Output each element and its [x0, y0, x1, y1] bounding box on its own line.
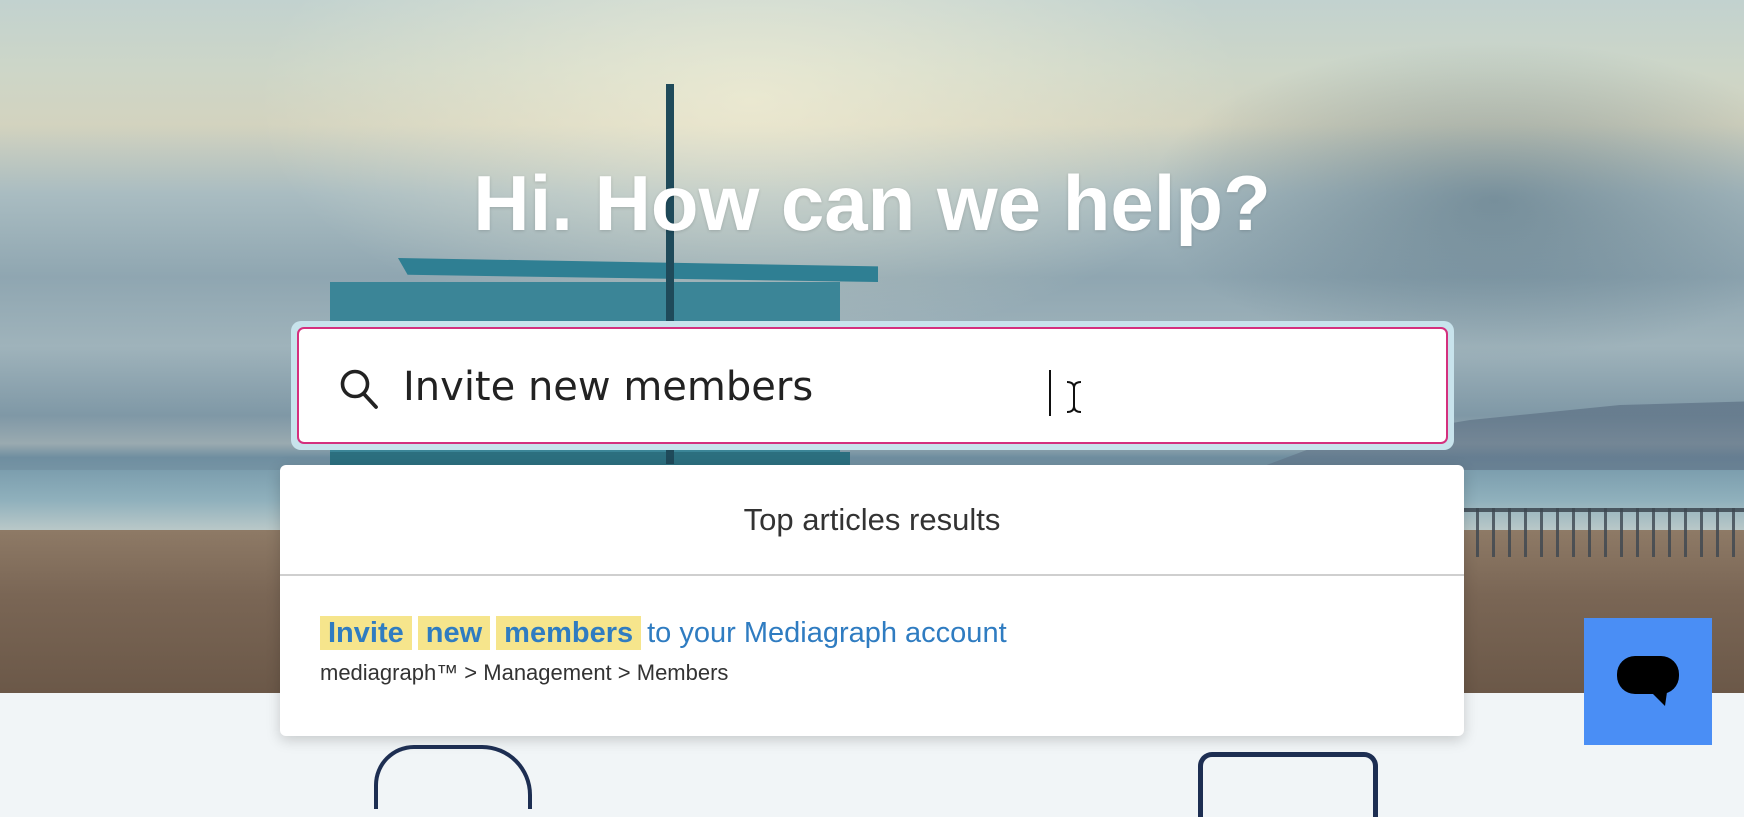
illustration-fragment-left	[374, 745, 532, 809]
results-header: Top articles results	[280, 465, 1464, 576]
page-title: Hi. How can we help?	[473, 159, 1271, 247]
highlight-word: new	[417, 616, 491, 650]
result-breadcrumb: mediagraph™ > Management > Members	[320, 660, 729, 685]
lifeguard-deck	[330, 452, 850, 466]
result-title-link[interactable]: Invite new members to your Mediagraph accou…	[320, 616, 1007, 650]
highlight-word: members	[496, 616, 642, 650]
pier	[1460, 508, 1744, 557]
chat-bubble-icon	[1617, 655, 1679, 706]
search-box[interactable]	[297, 327, 1448, 444]
illustration-fragment-right	[1198, 752, 1378, 817]
search-icon	[340, 369, 378, 409]
search-focus-ring	[291, 321, 1454, 450]
text-cursor-icon	[1066, 381, 1082, 413]
search-results-dropdown: Top articles results Invite new members to …	[280, 465, 1464, 736]
text-caret	[1049, 370, 1051, 416]
search-input[interactable]	[403, 349, 1403, 425]
chat-launcher-button[interactable]	[1584, 618, 1712, 745]
result-item[interactable]: Invite new members to your Mediagraph accou…	[320, 616, 1007, 686]
highlight-word: Invite	[320, 616, 412, 650]
result-title-rest: to your Mediagraph account	[647, 617, 1007, 649]
